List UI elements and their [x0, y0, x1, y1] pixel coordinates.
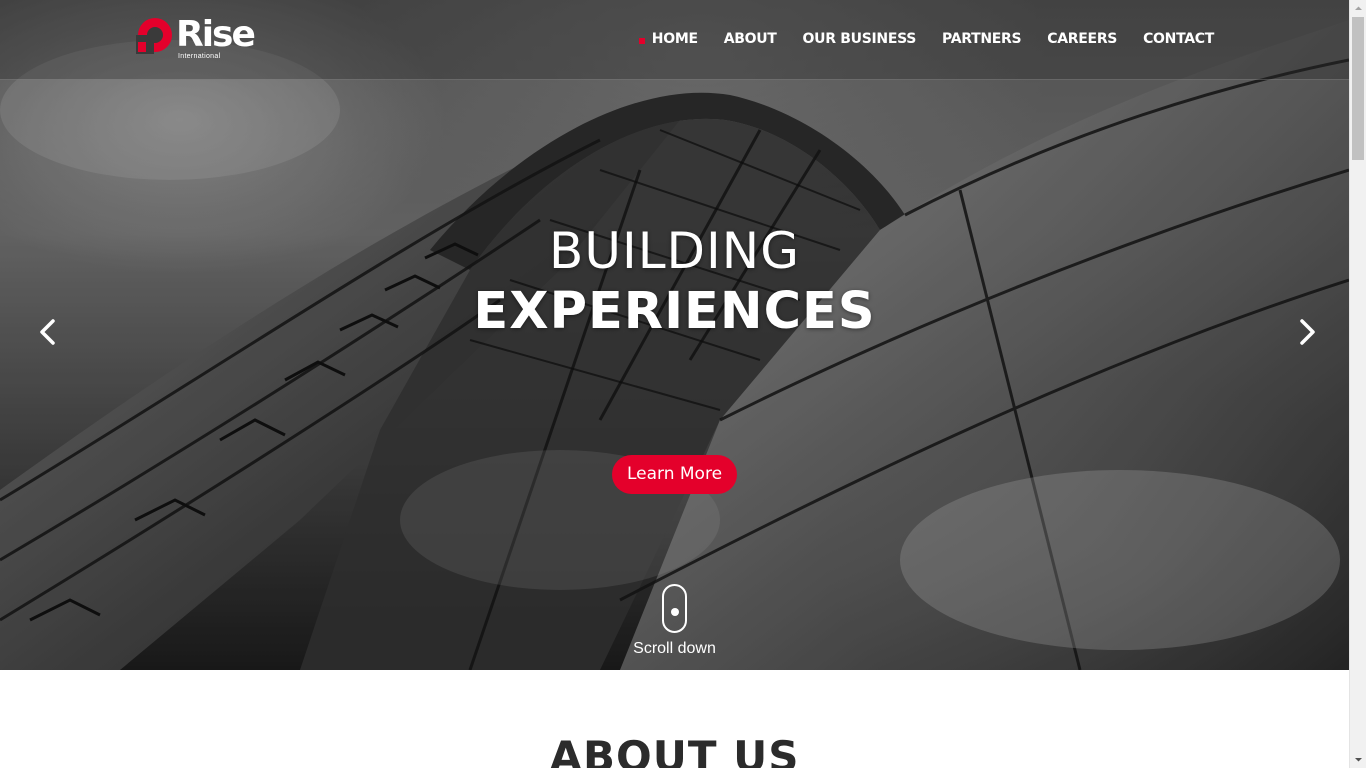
chevron-left-icon [40, 319, 55, 345]
scrollbar-thumb[interactable] [1352, 17, 1364, 160]
scroll-up-button[interactable] [1350, 0, 1366, 17]
rise-logo-mark [136, 18, 172, 54]
scroll-down-button[interactable] [1350, 751, 1366, 768]
logo-text: Rise [176, 14, 256, 55]
mouse-icon[interactable] [662, 584, 687, 633]
scroll-down-label[interactable]: Scroll down [0, 640, 1349, 658]
site-header: Rise International HOME ABOUT OUR BUSINE… [0, 0, 1349, 80]
nav-item-partners[interactable]: PARTNERS [942, 31, 1022, 47]
mouse-wheel-dot [671, 608, 679, 616]
logo-subtitle: International [178, 53, 221, 60]
slider-prev-button[interactable] [34, 316, 64, 348]
nav-item-about[interactable]: ABOUT [724, 31, 777, 47]
main-nav: HOME ABOUT OUR BUSINESS PARTNERS CAREERS… [638, 31, 1214, 47]
nav-item-careers[interactable]: CAREERS [1047, 31, 1117, 47]
hero-headline-line1: BUILDING [549, 222, 800, 280]
hero-headline-line2: EXPERIENCES [473, 282, 876, 341]
nav-item-our-business[interactable]: OUR BUSINESS [803, 31, 917, 47]
slider-next-button[interactable] [1291, 316, 1321, 348]
nav-item-home[interactable]: HOME [638, 31, 698, 47]
page: Rise International HOME ABOUT OUR BUSINE… [0, 0, 1349, 768]
hero-slider: Rise International HOME ABOUT OUR BUSINE… [0, 0, 1349, 670]
page-scrollbar[interactable] [1349, 0, 1366, 768]
scroll-down-arrow-icon [1355, 758, 1362, 762]
scroll-up-arrow-icon [1355, 6, 1362, 10]
rise-logo[interactable]: Rise International [136, 14, 258, 62]
nav-item-contact[interactable]: CONTACT [1143, 31, 1214, 47]
about-section-title: ABOUT US [549, 732, 800, 768]
chevron-right-icon [1300, 319, 1315, 345]
learn-more-button[interactable]: Learn More [612, 455, 737, 494]
